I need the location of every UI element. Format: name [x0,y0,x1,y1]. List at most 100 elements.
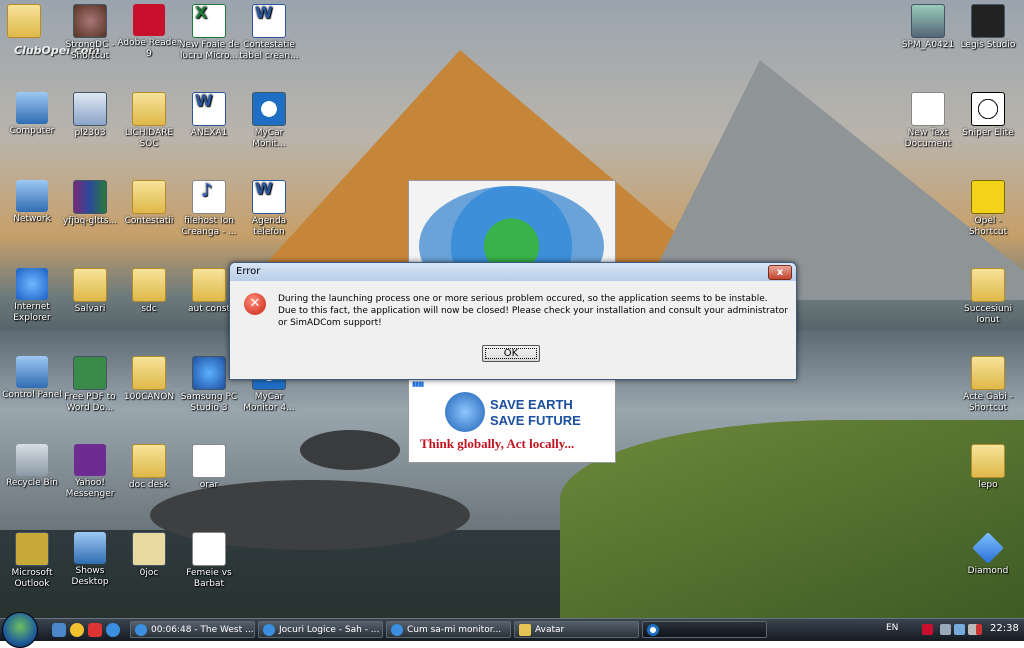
wallpaper-grass [560,420,1024,618]
desktop-icon-show-desktop[interactable]: Shows Desktop [58,532,122,588]
installer-icon [73,92,107,126]
desktop-icon-contestatie[interactable]: Contestatie tabel crean... [237,4,301,62]
desktop-icon-pl2303[interactable]: pl2303 [58,92,122,139]
desktop-icon-adobe-reader[interactable]: Adobe Reader 9 [117,4,181,60]
ie-icon [391,624,403,636]
desktop-icon-anexa1[interactable]: ANEXA1 [177,92,241,139]
desktop-icon-agenda[interactable]: Agenda telefon [237,180,301,238]
desktop-icon-strongdc[interactable]: StrongDC - Shortcut [58,4,122,62]
desktop-icon-acte-gabi[interactable]: Acte Gabi - Shortcut [956,356,1020,414]
folder-icon [971,444,1005,478]
desktop-icon-new-text-document[interactable]: New Text Document [896,92,960,150]
desktop-icon-mycar-monit[interactable]: MyCar Monit... [237,92,301,150]
desktop-icon-outlook[interactable]: Microsoft Outlook [0,532,64,590]
taskbar: 00:06:48 - The West ... Jocuri Logice - … [0,612,1024,648]
firefox-quicklaunch-icon[interactable] [88,623,102,637]
winrar-icon [73,180,107,214]
folder-icon [132,268,166,302]
dialog-title: Error [236,266,261,277]
desktop-icon-salvari[interactable]: Salvari [58,268,122,315]
network-icon [16,180,48,212]
mycar-icon [252,92,286,126]
tray-app-icon[interactable] [922,624,933,635]
adobe-reader-icon [133,4,165,36]
folder-icon [971,356,1005,390]
desktop-icon-control-panel[interactable]: Control Panel [0,356,64,401]
taskbar-button-the-west[interactable]: 00:06:48 - The West ... [130,621,255,638]
taskbar-button-avatar[interactable]: Avatar [514,621,639,638]
mute-indicator-icon [976,624,982,635]
ie-icon [135,624,147,636]
desktop-icon-folder[interactable] [0,4,56,40]
desktop-icon-sdc[interactable]: sdc [117,268,181,315]
word-file-icon [252,180,286,214]
desktop-icon-internet-explorer[interactable]: Internet Explorer [0,268,64,324]
folder-icon [971,268,1005,302]
recycle-bin-icon [16,444,48,476]
shortcut-icon [132,532,166,566]
desktop-icon-sniper-elite[interactable]: Sniper Elite [956,92,1020,139]
folder-icon [7,4,41,38]
desktop-icon-lepo[interactable]: lepo [956,444,1020,491]
desktop-icon-succesiuni[interactable]: Succesiuni Ionut [956,268,1020,326]
save-earth-line: SAVE EARTH [490,397,573,412]
smiley-quicklaunch-icon[interactable] [70,623,84,637]
taskbar-button-cum-sa-mi[interactable]: Cum sa-mi monitor... [386,621,511,638]
computer-icon [16,92,48,124]
desktop-icon-contestatii[interactable]: Contestatii [117,180,181,227]
desktop-icon-0joc[interactable]: 0joc [117,532,181,579]
error-icon: ✕ [244,293,266,315]
language-indicator[interactable]: EN [886,623,898,633]
network-tray-icon[interactable] [954,624,965,635]
samsung-pc-studio-icon [192,356,226,390]
ie-quicklaunch-icon[interactable] [106,623,120,637]
desktop-icon-legis-studio[interactable]: Legis Studio [956,4,1020,51]
tray-device-icon[interactable] [940,624,951,635]
wallpaper-rock [300,430,400,470]
desktop-icon-100canon[interactable]: 100CANON [117,356,181,403]
desktop-icon-excel[interactable]: New Foaie de lucru Micro... [177,4,241,62]
desktop-icon-doc-desk[interactable]: doc desk [117,444,181,491]
dialog-titlebar[interactable]: Error x [230,263,796,281]
start-button[interactable] [2,612,38,648]
desktop-icon-computer[interactable]: Computer [0,92,64,137]
crosshair-icon [971,92,1005,126]
excel-file-icon [192,4,226,38]
word-file-icon [192,92,226,126]
taskbar-button-jocuri-logice[interactable]: Jocuri Logice - Sah - ... [258,621,383,638]
image-file-icon [911,4,945,38]
desktop-icon-free-pdf[interactable]: Free PDF to Word Do... [58,356,122,414]
graduation-cap-icon [971,4,1005,38]
desktop-icon-diamond[interactable]: Diamond [956,532,1020,577]
taskbar-button-mycar[interactable] [642,621,767,638]
desktop-icon-spm[interactable]: SPM_A0421 [896,4,960,51]
save-future-line: SAVE FUTURE [490,413,581,428]
desktop-icon-yahoo[interactable]: Yahoo! Messenger [58,444,122,500]
desktop-icon-archive[interactable]: yfjbq-gltts... [58,180,122,227]
desktop-icon-lichidare[interactable]: LICHIDARE SOC [117,92,181,150]
show-desktop-quicklaunch-icon[interactable] [52,623,66,637]
folder-icon [192,268,226,302]
control-panel-icon [16,356,48,388]
mycar-icon [647,624,659,636]
image-file-icon [192,444,226,478]
show-desktop-icon [74,532,106,564]
desktop-icon-network[interactable]: Network [0,180,64,225]
desktop-icon-recycle-bin[interactable]: Recycle Bin [0,444,64,489]
save-earth-text: SAVE EARTH SAVE FUTURE [490,397,581,429]
splash-image [408,180,616,306]
mp3-file-icon [192,180,226,214]
clock[interactable]: 22:38 [990,623,1019,634]
desktop-icon-opel[interactable]: Opel - Shortcut [956,180,1020,238]
close-button[interactable]: x [768,265,792,280]
desktop-icon-femeie-vs-barbat[interactable]: Femeie vs Barbat [177,532,241,590]
desktop-icon-orar[interactable]: orar [177,444,241,491]
dialog-message: During the launching process one or more… [278,294,788,328]
folder-icon [132,180,166,214]
system-tray: EN 22:38 [868,619,1024,641]
earth-icon [445,392,485,432]
ok-button[interactable]: OK [482,345,540,362]
desktop-icon-filehost[interactable]: filehost Ion Creanga - ... [177,180,241,238]
folder-icon [519,624,531,636]
splash-progress: ▮▮▮▮ [412,380,424,388]
